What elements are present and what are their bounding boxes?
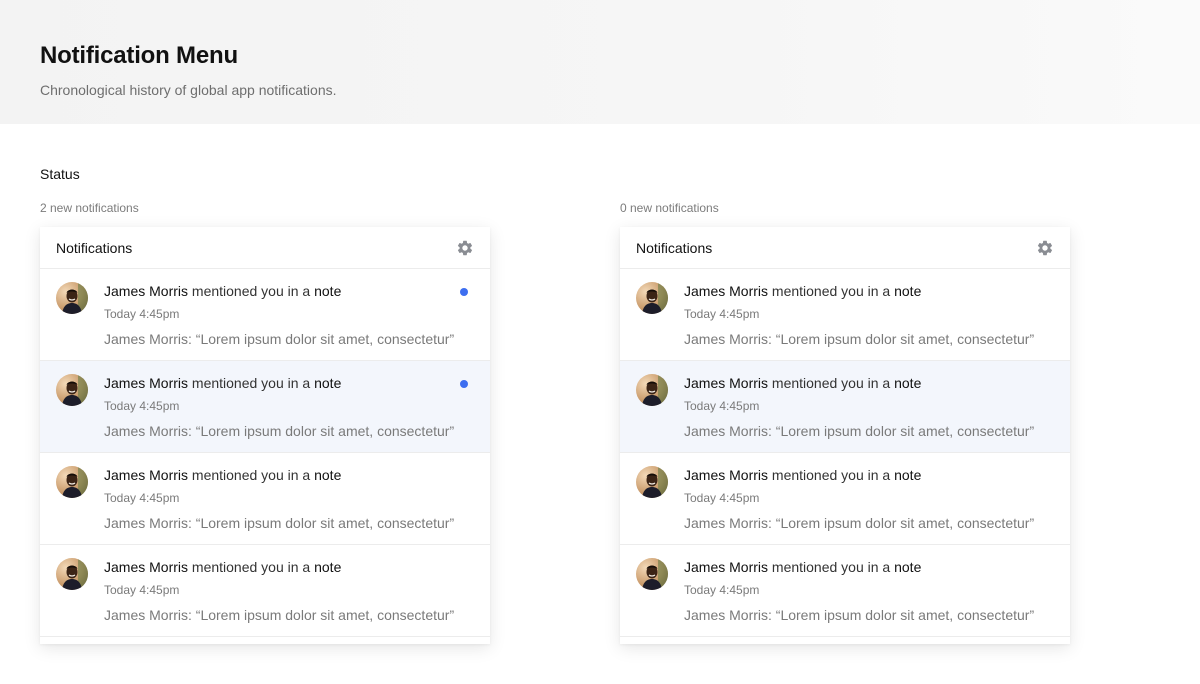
avatar: [636, 374, 668, 406]
action-text: mentioned you in a: [771, 559, 891, 575]
unread-dot-icon: [460, 288, 468, 296]
notification-item[interactable]: James Morris mentioned you in a note Tod…: [620, 361, 1070, 453]
timestamp: Today 4:45pm: [684, 491, 760, 505]
author-name[interactable]: James Morris: [684, 467, 768, 483]
author-name[interactable]: James Morris: [684, 375, 768, 391]
unread-dot-icon: [460, 380, 468, 388]
notification-text: James Morris mentioned you in a note: [684, 283, 921, 299]
author-name[interactable]: James Morris: [684, 283, 768, 299]
action-text: mentioned you in a: [771, 467, 891, 483]
author-name[interactable]: James Morris: [684, 559, 768, 575]
action-text: mentioned you in a: [771, 283, 891, 299]
avatar: [636, 466, 668, 498]
object-link[interactable]: note: [314, 283, 341, 299]
avatar: [56, 282, 88, 314]
notification-text: James Morris mentioned you in a note: [684, 375, 921, 391]
notification-item[interactable]: James Morris mentioned you in a note Tod…: [40, 453, 490, 545]
notification-list: James Morris mentioned you in a note Tod…: [620, 269, 1070, 637]
notification-text: James Morris mentioned you in a note: [684, 467, 921, 483]
new-count: 0 new notifications: [620, 201, 719, 215]
message-preview: James Morris: “Lorem ipsum dolor sit ame…: [684, 331, 1035, 347]
object-link[interactable]: note: [894, 467, 921, 483]
action-text: mentioned you in a: [191, 467, 311, 483]
notification-text: James Morris mentioned you in a note: [684, 559, 921, 575]
message-preview: James Morris: “Lorem ipsum dolor sit ame…: [104, 423, 455, 439]
timestamp: Today 4:45pm: [684, 583, 760, 597]
action-text: mentioned you in a: [191, 283, 311, 299]
object-link[interactable]: note: [894, 283, 921, 299]
timestamp: Today 4:45pm: [104, 307, 180, 321]
avatar: [56, 374, 88, 406]
section-label: Status: [40, 166, 80, 182]
notification-column-1: 0 new notifications Notifications James …: [620, 200, 1070, 644]
notification-item[interactable]: James Morris mentioned you in a note Tod…: [620, 453, 1070, 545]
object-link[interactable]: note: [314, 559, 341, 575]
timestamp: Today 4:45pm: [104, 583, 180, 597]
message-preview: James Morris: “Lorem ipsum dolor sit ame…: [684, 607, 1035, 623]
notification-item[interactable]: James Morris mentioned you in a note Tod…: [620, 545, 1070, 637]
notification-panel: Notifications James Morris mentioned you…: [40, 227, 490, 644]
panel-header: Notifications: [620, 227, 1070, 269]
author-name[interactable]: James Morris: [104, 559, 188, 575]
page-header: Notification Menu Chronological history …: [0, 0, 1200, 124]
object-link[interactable]: note: [314, 467, 341, 483]
notification-text: James Morris mentioned you in a note: [104, 283, 341, 299]
notification-text: James Morris mentioned you in a note: [104, 467, 341, 483]
message-preview: James Morris: “Lorem ipsum dolor sit ame…: [104, 331, 455, 347]
author-name[interactable]: James Morris: [104, 375, 188, 391]
notification-panel: Notifications James Morris mentioned you…: [620, 227, 1070, 644]
gear-icon[interactable]: [456, 239, 474, 257]
timestamp: Today 4:45pm: [104, 399, 180, 413]
avatar: [636, 558, 668, 590]
message-preview: James Morris: “Lorem ipsum dolor sit ame…: [684, 515, 1035, 531]
message-preview: James Morris: “Lorem ipsum dolor sit ame…: [104, 607, 455, 623]
avatar: [56, 466, 88, 498]
object-link[interactable]: note: [314, 375, 341, 391]
page-subtitle: Chronological history of global app noti…: [40, 82, 337, 98]
panel-title: Notifications: [56, 240, 133, 256]
new-count: 2 new notifications: [40, 201, 139, 215]
timestamp: Today 4:45pm: [104, 491, 180, 505]
notification-list: James Morris mentioned you in a note Tod…: [40, 269, 490, 637]
message-preview: James Morris: “Lorem ipsum dolor sit ame…: [104, 515, 455, 531]
notification-column-0: 2 new notifications Notifications James …: [40, 200, 490, 644]
object-link[interactable]: note: [894, 559, 921, 575]
notification-item[interactable]: James Morris mentioned you in a note Tod…: [620, 269, 1070, 361]
action-text: mentioned you in a: [771, 375, 891, 391]
object-link[interactable]: note: [894, 375, 921, 391]
notification-item[interactable]: James Morris mentioned you in a note Tod…: [40, 269, 490, 361]
timestamp: Today 4:45pm: [684, 399, 760, 413]
page-title: Notification Menu: [40, 42, 238, 69]
notification-item[interactable]: James Morris mentioned you in a note Tod…: [40, 361, 490, 453]
gear-icon[interactable]: [1036, 239, 1054, 257]
avatar: [636, 282, 668, 314]
notification-text: James Morris mentioned you in a note: [104, 375, 341, 391]
panel-title: Notifications: [636, 240, 713, 256]
message-preview: James Morris: “Lorem ipsum dolor sit ame…: [684, 423, 1035, 439]
notification-text: James Morris mentioned you in a note: [104, 559, 341, 575]
action-text: mentioned you in a: [191, 559, 311, 575]
timestamp: Today 4:45pm: [684, 307, 760, 321]
notification-item[interactable]: James Morris mentioned you in a note Tod…: [40, 545, 490, 637]
avatar: [56, 558, 88, 590]
author-name[interactable]: James Morris: [104, 467, 188, 483]
panel-header: Notifications: [40, 227, 490, 269]
author-name[interactable]: James Morris: [104, 283, 188, 299]
action-text: mentioned you in a: [191, 375, 311, 391]
